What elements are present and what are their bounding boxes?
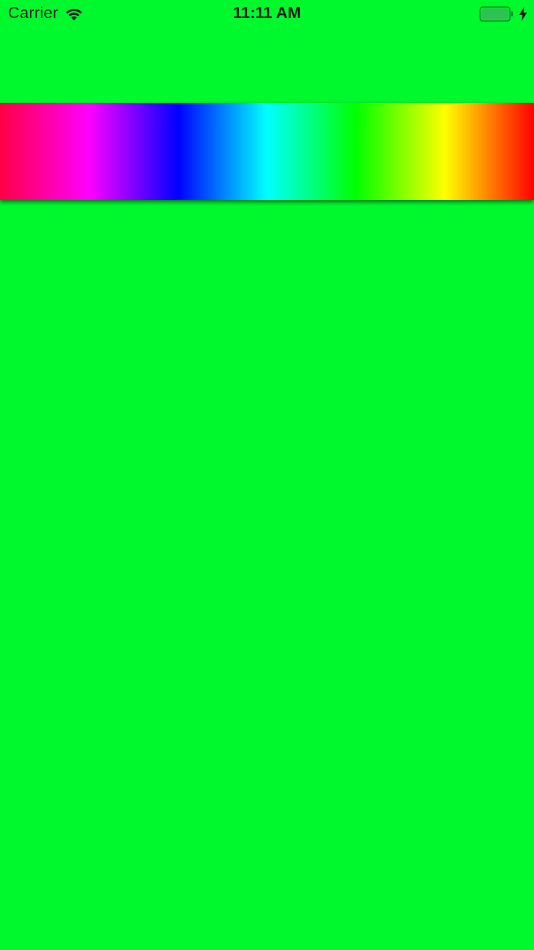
status-time: 11:11 AM <box>233 5 301 22</box>
battery-icon <box>479 5 515 23</box>
battery-group <box>479 5 528 23</box>
charging-bolt-icon <box>518 7 528 21</box>
hue-spectrum-bar[interactable] <box>0 103 534 200</box>
status-bar: Carrier 11:11 AM <box>0 0 534 28</box>
